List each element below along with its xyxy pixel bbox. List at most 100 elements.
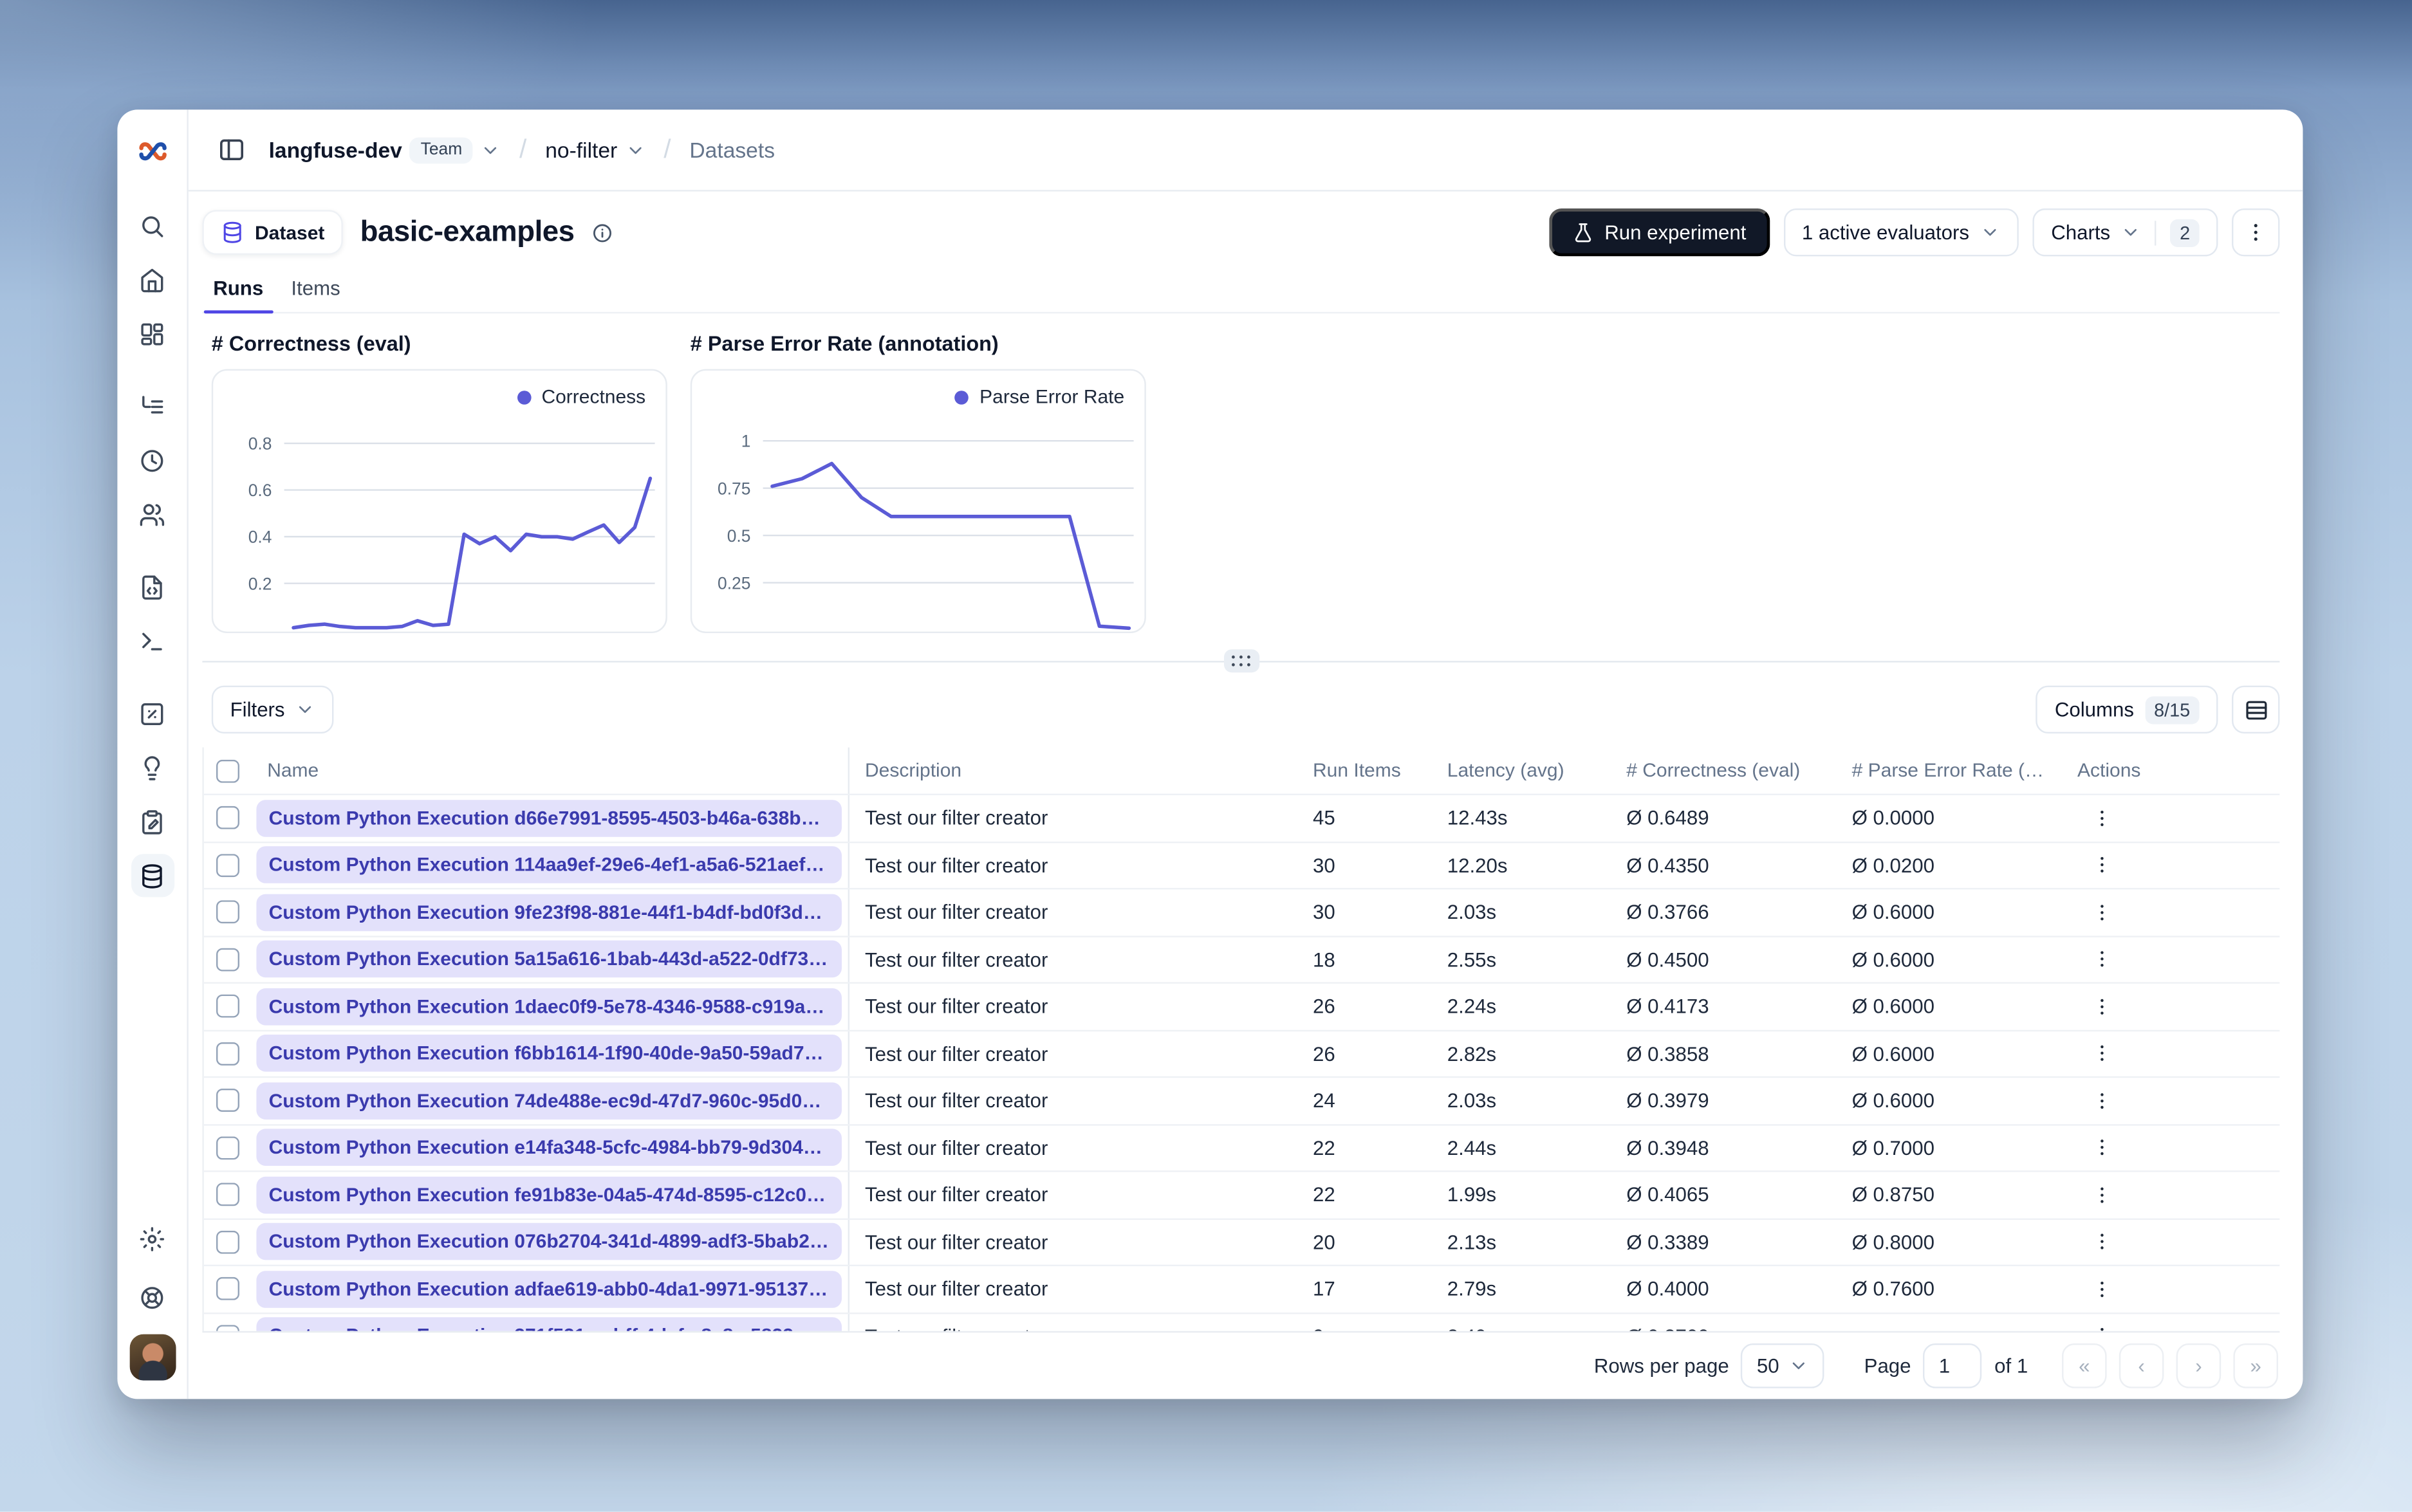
column-header-4[interactable]: # Correctness (eval) — [1611, 760, 1836, 782]
table-row[interactable]: Custom Python Execution 5a15a616-1bab-44… — [203, 936, 2280, 984]
column-header-2[interactable]: Run Items — [1297, 760, 1432, 782]
row-checkbox[interactable] — [215, 806, 239, 830]
kebab-icon — [2101, 1046, 2104, 1062]
table-row[interactable]: Custom Python Execution 076b2704-341d-48… — [203, 1219, 2280, 1267]
run-name-link[interactable]: Custom Python Execution 1daec0f9-5e78-43… — [256, 988, 842, 1026]
active-evaluators-button[interactable]: 1 active evaluators — [1783, 208, 2019, 257]
row-actions-button[interactable] — [2084, 941, 2121, 978]
run-name-link[interactable]: Custom Python Execution e14fa348-5cfc-49… — [256, 1129, 842, 1166]
table-row[interactable]: Custom Python Execution 74de488e-ec9d-47… — [203, 1078, 2280, 1125]
row-checkbox[interactable] — [215, 1183, 239, 1207]
sidebar-item-lightbulb[interactable] — [131, 746, 174, 789]
page-number-input[interactable] — [1923, 1343, 1982, 1388]
run-name-link[interactable]: Custom Python Execution f6bb1614-1f90-40… — [256, 1035, 842, 1073]
breadcrumb-org[interactable]: langfuse-dev Team — [269, 136, 501, 163]
sidebar-item-percent-square[interactable] — [131, 692, 174, 735]
row-checkbox[interactable] — [215, 1042, 239, 1065]
row-checkbox[interactable] — [215, 1324, 239, 1331]
tab-runs[interactable]: Runs — [204, 277, 272, 314]
run-name-link[interactable]: Custom Python Execution d66e7991-8595-45… — [256, 799, 842, 837]
run-name-link[interactable]: Custom Python Execution 74de488e-ec9d-47… — [256, 1082, 842, 1120]
previous-page-button[interactable]: ‹ — [2119, 1343, 2164, 1388]
table-row[interactable]: Custom Python Execution 371f531c-abff-4d… — [204, 1313, 2280, 1331]
row-actions-button[interactable] — [2084, 1223, 2121, 1260]
table-row[interactable]: Custom Python Execution 1daec0f9-5e78-43… — [203, 983, 2280, 1031]
sidebar-item-trace-tree[interactable] — [131, 385, 174, 428]
row-height-button[interactable] — [2232, 685, 2280, 733]
sidebar-item-clipboard-edit[interactable] — [131, 800, 174, 843]
correctness-cell: Ø 0.3979 — [1626, 1089, 1709, 1112]
column-header-0[interactable]: Name — [250, 747, 849, 794]
column-header-3[interactable]: Latency (avg) — [1432, 760, 1611, 782]
column-header-6[interactable]: Actions — [2062, 760, 2279, 782]
run-experiment-button[interactable]: Run experiment — [1548, 208, 1770, 257]
row-actions-button[interactable] — [2084, 1035, 2121, 1073]
charts-button[interactable]: Charts 2 — [2032, 208, 2218, 257]
sidebar-item-terminal[interactable] — [131, 619, 174, 662]
row-actions-button[interactable] — [2084, 847, 2121, 884]
sidebar-item-file-code[interactable] — [131, 565, 174, 608]
row-actions-button[interactable] — [2084, 1176, 2121, 1213]
sidebar-item-home[interactable] — [131, 258, 174, 301]
run-name-link[interactable]: Custom Python Execution 076b2704-341d-48… — [256, 1223, 842, 1261]
sidebar-item-settings[interactable] — [131, 1217, 174, 1260]
row-actions-button[interactable] — [2084, 1271, 2121, 1308]
sidebar-item-search[interactable] — [131, 204, 174, 247]
sidebar-toggle-icon[interactable] — [210, 128, 253, 171]
select-all-checkbox[interactable] — [215, 759, 239, 782]
rows-per-page-select[interactable]: 50 — [1741, 1343, 1824, 1388]
columns-button[interactable]: Columns 8/15 — [2036, 685, 2218, 733]
tab-items[interactable]: Items — [291, 277, 340, 312]
sidebar-item-users[interactable] — [131, 493, 174, 536]
first-page-button[interactable]: « — [2062, 1343, 2107, 1388]
sidebar-item-clock[interactable] — [131, 439, 174, 482]
breadcrumb-section[interactable]: Datasets — [689, 138, 775, 162]
column-header-1[interactable]: Description — [849, 760, 1297, 782]
run-name-link[interactable]: Custom Python Execution 371f531c-abff-4d… — [256, 1317, 842, 1331]
row-actions-button[interactable] — [2084, 894, 2121, 931]
column-header-5[interactable]: # Parse Error Rate (an... — [1837, 760, 2062, 782]
row-checkbox[interactable] — [215, 853, 239, 877]
row-checkbox[interactable] — [215, 1277, 239, 1301]
filters-button[interactable]: Filters — [211, 685, 335, 733]
table-row[interactable]: Custom Python Execution fe91b83e-04a5-47… — [203, 1172, 2280, 1219]
row-checkbox[interactable] — [215, 1230, 239, 1254]
table-row[interactable]: Custom Python Execution adfae619-abb0-4d… — [203, 1266, 2280, 1314]
table-row[interactable]: Custom Python Execution 114aa9ef-29e6-4e… — [203, 842, 2280, 890]
row-actions-button[interactable] — [2084, 1129, 2121, 1166]
table-row[interactable]: Custom Python Execution e14fa348-5cfc-49… — [203, 1125, 2280, 1172]
row-actions-button[interactable] — [2084, 800, 2121, 837]
run-name-link[interactable]: Custom Python Execution 114aa9ef-29e6-4e… — [256, 846, 842, 884]
user-avatar[interactable] — [129, 1334, 176, 1381]
last-page-button[interactable]: » — [2233, 1343, 2279, 1388]
run-name-link[interactable]: Custom Python Execution 5a15a616-1bab-44… — [256, 941, 842, 978]
sidebar-item-database[interactable] — [130, 854, 174, 898]
row-checkbox[interactable] — [215, 900, 239, 924]
legend-label: Correctness — [541, 386, 646, 408]
row-checkbox[interactable] — [215, 995, 239, 1019]
row-checkbox[interactable] — [215, 1089, 239, 1112]
run-name-link[interactable]: Custom Python Execution 9fe23f98-881e-44… — [256, 894, 842, 931]
row-checkbox[interactable] — [215, 1136, 239, 1159]
sidebar-item-lifebuoy[interactable] — [131, 1275, 174, 1318]
table-header-row: Name Description Run Items Latency (avg) # C… — [203, 747, 2280, 795]
table-row[interactable]: Custom Python Execution f6bb1614-1f90-40… — [203, 1031, 2280, 1078]
chevron-down-icon — [485, 146, 497, 154]
latency-cell: 2.13s — [1447, 1230, 1497, 1254]
row-actions-button[interactable] — [2084, 1082, 2121, 1120]
sidebar-item-dashboard[interactable] — [131, 312, 174, 355]
next-page-button[interactable]: › — [2176, 1343, 2222, 1388]
breadcrumb-project[interactable]: no-filter — [545, 138, 645, 162]
info-icon[interactable] — [591, 221, 613, 243]
run-name-link[interactable]: Custom Python Execution adfae619-abb0-4d… — [256, 1270, 842, 1308]
row-actions-button[interactable] — [2084, 988, 2121, 1025]
langfuse-logo[interactable] — [131, 129, 174, 172]
row-checkbox[interactable] — [215, 948, 239, 971]
run-name-link[interactable]: Custom Python Execution fe91b83e-04a5-47… — [256, 1176, 842, 1213]
table-row[interactable]: Custom Python Execution 9fe23f98-881e-44… — [203, 889, 2280, 937]
row-actions-button[interactable] — [2084, 1318, 2121, 1331]
drag-handle[interactable] — [1223, 649, 1259, 673]
dashboard-icon — [141, 322, 163, 345]
table-row[interactable]: Custom Python Execution d66e7991-8595-45… — [203, 795, 2280, 843]
more-actions-button[interactable] — [2232, 208, 2280, 257]
